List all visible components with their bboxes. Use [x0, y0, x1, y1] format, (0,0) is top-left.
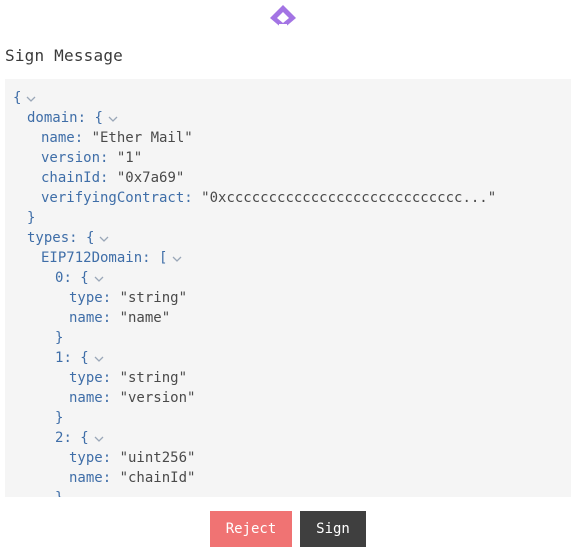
json-key: type	[69, 290, 103, 306]
json-line: type: "uint256"	[13, 448, 496, 468]
json-value: "1"	[116, 150, 143, 166]
json-value: "0xcccccccccccccccccccccccccccc..."	[201, 190, 497, 206]
json-line[interactable]: domain: {	[13, 108, 496, 128]
json-punctuation: :	[102, 470, 120, 486]
json-punctuation: {	[86, 230, 95, 246]
json-punctuation: :	[63, 430, 81, 446]
json-key: EIP712Domain	[41, 250, 143, 266]
json-line: }	[13, 328, 496, 348]
message-json-viewer[interactable]: {domain: {name: "Ether Mail" version: "1"…	[5, 79, 571, 497]
json-punctuation: :	[102, 370, 120, 386]
json-key: name	[41, 130, 75, 146]
json-punctuation: :	[102, 290, 120, 306]
json-value: "chainId"	[119, 470, 196, 486]
json-line: }	[13, 488, 496, 497]
json-punctuation: :	[69, 230, 87, 246]
json-punctuation: :	[142, 250, 160, 266]
chevron-down-icon[interactable]	[93, 273, 105, 285]
json-line: }	[13, 408, 496, 428]
json-line[interactable]: 1: {	[13, 348, 496, 368]
json-line[interactable]: types: {	[13, 228, 496, 248]
json-line: }	[13, 208, 496, 228]
json-value: "string"	[119, 290, 188, 306]
json-value: "Ether Mail"	[91, 130, 193, 146]
json-line: type: "string"	[13, 368, 496, 388]
json-line: type: "string"	[13, 288, 496, 308]
json-key: version	[41, 150, 101, 166]
json-line: name: "name"	[13, 308, 496, 328]
json-key: name	[69, 390, 103, 406]
json-key: type	[69, 450, 103, 466]
json-line: name: "Ether Mail"	[13, 128, 496, 148]
json-value: "0x7a69"	[116, 170, 185, 186]
reject-button[interactable]: Reject	[210, 511, 292, 547]
json-key: types	[27, 230, 70, 246]
page-title: Sign Message	[5, 46, 123, 65]
json-value: "string"	[119, 370, 188, 386]
json-punctuation: {	[80, 350, 89, 366]
json-key: name	[69, 470, 103, 486]
json-line: chainId: "0x7a69"	[13, 168, 496, 188]
json-punctuation: }	[27, 210, 36, 226]
json-punctuation: :	[100, 170, 117, 186]
json-tree: {domain: {name: "Ether Mail" version: "1"…	[13, 88, 496, 497]
json-key: type	[69, 370, 103, 386]
json-line: version: "1"	[13, 148, 496, 168]
json-punctuation: :	[74, 130, 92, 146]
json-key: domain	[27, 110, 78, 126]
json-punctuation: :	[102, 310, 120, 326]
json-punctuation: {	[80, 430, 89, 446]
json-line: name: "version"	[13, 388, 496, 408]
json-punctuation: {	[94, 110, 103, 126]
json-key: 0	[55, 270, 64, 286]
chevron-down-icon[interactable]	[98, 233, 110, 245]
json-punctuation: }	[55, 330, 64, 346]
json-line[interactable]: {	[13, 88, 496, 108]
json-key: verifyingContract	[41, 190, 185, 206]
sign-button[interactable]: Sign	[300, 511, 366, 547]
chevron-down-icon[interactable]	[107, 113, 119, 125]
json-value: "version"	[119, 390, 196, 406]
json-punctuation: }	[55, 410, 64, 426]
json-line[interactable]: 2: {	[13, 428, 496, 448]
json-line: name: "chainId"	[13, 468, 496, 488]
json-punctuation: :	[102, 450, 120, 466]
chevron-down-icon[interactable]	[93, 353, 105, 365]
json-punctuation: :	[184, 190, 202, 206]
json-punctuation: }	[55, 488, 63, 497]
chevron-down-icon[interactable]	[171, 253, 183, 265]
json-key: 1	[55, 350, 64, 366]
json-punctuation: {	[80, 270, 89, 286]
json-line[interactable]: 0: {	[13, 268, 496, 288]
chevron-down-icon[interactable]	[93, 433, 105, 445]
json-line[interactable]: EIP712Domain: [	[13, 248, 496, 268]
json-value: "name"	[119, 310, 171, 326]
json-punctuation: :	[100, 150, 117, 166]
json-punctuation: :	[63, 350, 81, 366]
json-key: name	[69, 310, 103, 326]
json-value: "uint256"	[119, 450, 196, 466]
json-key: chainId	[41, 170, 101, 186]
json-punctuation: :	[63, 270, 81, 286]
json-punctuation: :	[102, 390, 120, 406]
logo-icon	[268, 4, 298, 30]
json-key: 2	[55, 430, 64, 446]
json-line: verifyingContract: "0xcccccccccccccccccc…	[13, 188, 496, 208]
chevron-down-icon[interactable]	[25, 93, 37, 105]
json-punctuation: [	[159, 250, 168, 266]
json-punctuation: :	[77, 110, 95, 126]
json-punctuation: {	[13, 90, 22, 106]
